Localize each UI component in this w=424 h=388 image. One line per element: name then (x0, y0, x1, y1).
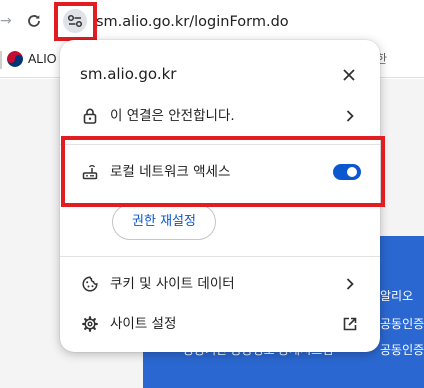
connection-security-label: 이 연결은 안전합니다. (110, 108, 235, 124)
reload-icon (28, 15, 40, 27)
close-icon (343, 69, 355, 81)
chevron-right-icon (340, 106, 360, 126)
alio-logo-icon (7, 51, 23, 67)
connection-security-row[interactable]: 이 연결은 안전합니다. (60, 96, 380, 136)
reload-button[interactable] (23, 10, 45, 32)
local-network-highlight (61, 136, 385, 207)
chevron-right-icon (340, 274, 360, 294)
site-settings-label: 사이트 설정 (110, 316, 177, 332)
lock-icon (80, 106, 100, 126)
forward-icon[interactable]: → (0, 12, 14, 30)
site-info-highlight (54, 2, 97, 41)
bookmarks-divider (0, 51, 2, 69)
popup-site-title: sm.alio.go.kr (80, 65, 177, 83)
panel-text-cert-2[interactable]: 공동인증 (380, 342, 424, 358)
open-external-icon (340, 314, 360, 334)
divider (60, 256, 380, 257)
panel-text-cert-1[interactable]: 공동인증 (380, 316, 424, 332)
panel-text-alio: 알리오 (380, 289, 414, 303)
address-bar-url[interactable]: sm.alio.go.kr/loginForm.do (96, 12, 289, 32)
cookie-icon (80, 274, 100, 294)
gear-icon (80, 314, 100, 334)
site-settings-row[interactable]: 사이트 설정 (60, 304, 380, 344)
close-button[interactable] (338, 64, 360, 86)
reset-permissions-button[interactable]: 권한 재설정 (112, 204, 216, 240)
cookies-site-data-label: 쿠키 및 사이트 데이터 (110, 276, 235, 292)
bookmark-alio[interactable]: ALIO (28, 50, 57, 68)
cookies-site-data-row[interactable]: 쿠키 및 사이트 데이터 (60, 264, 380, 304)
